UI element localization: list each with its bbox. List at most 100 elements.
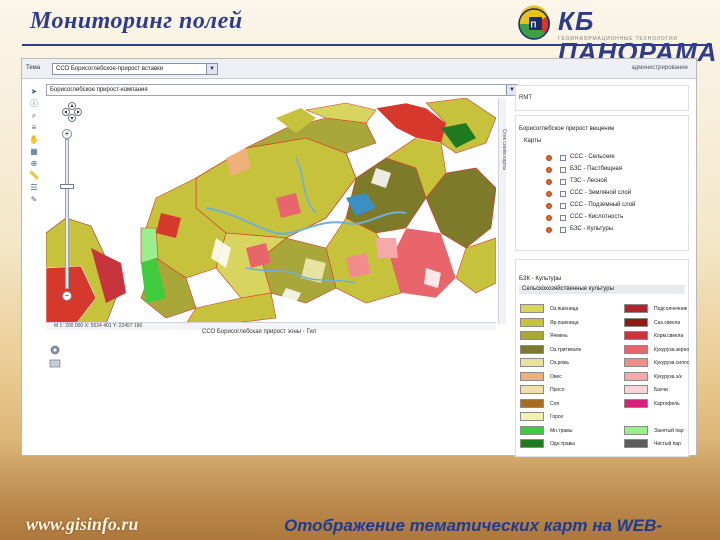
app-topbar: Тема ССО Борисоглебское-прирост вставки … xyxy=(22,59,696,79)
hand-pan-icon[interactable]: ✋ xyxy=(28,135,40,144)
layer-status-icon xyxy=(546,179,552,185)
layer-checkbox[interactable] xyxy=(560,155,566,161)
layer-item[interactable]: БЗС - Культуры xyxy=(546,226,686,235)
tree-maps-label[interactable]: Карты xyxy=(524,138,541,144)
legend-label: Кукуруза.з/к xyxy=(654,373,682,380)
layer-checkbox[interactable] xyxy=(560,191,566,197)
layer-checkbox[interactable] xyxy=(560,227,566,233)
layer-checkbox[interactable] xyxy=(560,179,566,185)
layer-status-icon xyxy=(546,203,552,209)
legend-item: Овес xyxy=(520,371,600,383)
area-icon[interactable]: ▦ xyxy=(28,147,40,156)
layer-checkbox[interactable] xyxy=(560,167,566,173)
gear-icon[interactable] xyxy=(48,343,62,371)
legend-item: Подсолнечник xyxy=(624,304,704,315)
legend-label: Ячмень xyxy=(550,333,568,339)
topic-select[interactable]: ССО Борисоглебское-прирост вставки ▼ xyxy=(52,63,218,75)
tree-root-label[interactable]: Борисоглебское прирост вещение xyxy=(519,126,614,132)
map-select-value: Борисоглебское прирост-компания xyxy=(50,87,148,93)
legend-item: Оз.пшеница xyxy=(520,304,600,315)
legend-swatch xyxy=(624,371,648,381)
legend-item: Кукуруза.силос xyxy=(624,358,704,369)
layer-checkbox[interactable] xyxy=(560,215,566,221)
legend-label: Горох xyxy=(550,414,564,420)
legend-panel: БЗК - Культуры Сельскохозяйственные куль… xyxy=(515,259,689,457)
legend-item: Яр.пшеница xyxy=(520,317,600,329)
legend-swatch xyxy=(520,439,544,448)
legend-label: Подсолнечник xyxy=(654,306,688,312)
legend-item: Чистый пар xyxy=(624,439,704,450)
legend-item xyxy=(624,412,704,423)
legend-label: Мн.травы xyxy=(550,427,573,434)
layer-item[interactable]: ССС - Кислотность xyxy=(546,214,686,223)
footer-caption: Отображение тематических карт на WEB-сер… xyxy=(284,516,663,540)
legend-item: Просо xyxy=(520,385,600,396)
legend-item: Ячмень xyxy=(520,331,600,342)
legend-swatch xyxy=(520,344,544,354)
layer-checkbox[interactable] xyxy=(560,203,566,209)
thematic-map[interactable] xyxy=(46,98,496,324)
zoom-slider[interactable] xyxy=(65,139,69,289)
legend-header: Сельскохозяйственные культуры xyxy=(519,285,685,294)
legend-item: Занятый пар xyxy=(624,425,704,437)
legend-label: Яр.пшеница xyxy=(550,319,579,326)
legend-swatch xyxy=(624,358,648,367)
legend-item: Горох xyxy=(520,412,600,423)
legend-title: БЗК - Культуры xyxy=(519,276,562,282)
legend-label: Корм.свекла xyxy=(654,333,684,339)
legend-swatch xyxy=(624,344,648,354)
layer-tree-panel: Борисоглебское прирост вещение Карты ССС… xyxy=(515,115,689,251)
globe-logo-icon: П xyxy=(518,5,551,40)
chevron-down-icon[interactable]: ▼ xyxy=(206,64,217,74)
legend-swatch xyxy=(624,385,648,394)
info-panel: RMT xyxy=(515,85,689,111)
layer-status-icon xyxy=(546,215,552,221)
legend-item: Мн.травы xyxy=(520,425,600,437)
ruler-icon[interactable]: 📏 xyxy=(28,171,40,180)
layer-item[interactable]: ССС - Подземный слой xyxy=(546,202,686,211)
layer-item[interactable]: ССС - Сельские xyxy=(546,154,686,163)
zoom-out-button[interactable]: − xyxy=(62,291,72,301)
zoom-slider-thumb[interactable] xyxy=(60,184,74,189)
search-icon[interactable]: ⌕ xyxy=(28,111,40,120)
legend-swatch xyxy=(520,412,544,421)
legend-label: Одн.травы xyxy=(550,441,575,447)
legend-swatch xyxy=(624,412,648,421)
legend-label: Занятый пар xyxy=(654,427,684,434)
layer-item[interactable]: БЗС - Пастбищная xyxy=(546,166,686,175)
legend-item: Сах.свекла xyxy=(624,317,704,329)
legend-label: Кукуруза.силос xyxy=(654,360,690,366)
legend-item: Оз.тритикале xyxy=(520,344,600,356)
admin-link[interactable]: администрирование xyxy=(631,65,688,71)
legend-swatch xyxy=(624,304,648,313)
layer-item[interactable]: ТЗС - Лесной xyxy=(546,178,686,187)
select-arrow-icon[interactable]: ➤ xyxy=(28,87,40,96)
legend-swatch xyxy=(624,317,648,327)
zoom-in-button[interactable]: + xyxy=(62,129,72,139)
map-select[interactable]: Борисоглебское прирост-компания ▼ xyxy=(46,84,518,96)
legend-label: Оз.тритикале xyxy=(550,346,582,353)
map-caption: ССО Борисоглебская прирост зоны - Гил xyxy=(202,329,317,335)
layer-status-icon xyxy=(546,155,552,161)
topic-select-value: ССО Борисоглебское-прирост вставки xyxy=(56,66,164,72)
layer-item[interactable]: ССС - Земляной слой xyxy=(546,190,686,199)
legend-label: Оз.рожь xyxy=(550,360,570,366)
info-icon[interactable]: ⓘ xyxy=(28,99,40,108)
svg-text:П: П xyxy=(531,21,537,30)
layers-icon[interactable]: ☰ xyxy=(28,183,40,192)
legend-swatch xyxy=(520,371,544,381)
legend-item: Оз.рожь xyxy=(520,358,600,369)
legend-label: Овес xyxy=(550,373,562,380)
brand-logo: П КБ ПАНОРАМА ГЕОИНФОРМАЦИОННЫЕ ТЕХНОЛОГ… xyxy=(516,4,716,67)
topic-label: Тема xyxy=(26,65,41,71)
measure-icon[interactable]: ≡ xyxy=(28,123,40,132)
zoom-in-icon[interactable]: ⊕ xyxy=(28,159,40,168)
map-toolbar: ➤ ⓘ ⌕ ≡ ✋ ▦ ⊕ 📏 ☰ ✎ xyxy=(28,87,44,207)
legend-swatch xyxy=(624,398,648,408)
edit-icon[interactable]: ✎ xyxy=(28,195,40,204)
info-panel-text: RMT xyxy=(519,95,532,101)
field-map-graphic[interactable] xyxy=(46,98,496,324)
legend-item: Соя xyxy=(520,398,600,410)
legend-swatch xyxy=(520,304,544,313)
legend-label: Сах.свекла xyxy=(654,319,681,326)
